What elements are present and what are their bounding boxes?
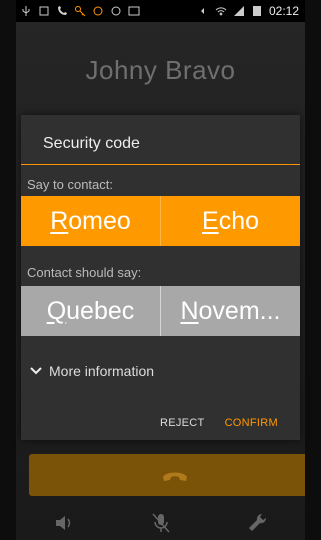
call-controls [16, 506, 305, 540]
key-icon [75, 6, 86, 17]
hangup-button[interactable] [29, 454, 305, 496]
usb-icon [22, 6, 30, 16]
dialog-title: Security code [43, 135, 140, 152]
phone-icon [58, 6, 67, 15]
security-code-dialog: Security code Say to contact: Romeo Echo… [21, 115, 300, 440]
caller-name: Johny Bravo [85, 55, 236, 85]
speaker-icon[interactable] [54, 514, 76, 532]
hear-word-1: Quebec [46, 296, 135, 325]
more-information-label: More information [49, 363, 155, 379]
notification-icons [16, 5, 140, 17]
hear-word-2: Novem... [180, 296, 281, 325]
say-to-contact-label: Say to contact: [27, 177, 113, 192]
contact-should-say-label: Contact should say: [27, 265, 142, 280]
phone-hangup-icon [162, 472, 187, 481]
sync-icon [111, 6, 121, 16]
battery-icon [252, 6, 261, 16]
mute-icon [197, 8, 204, 14]
say-words-row: Romeo Echo [21, 196, 300, 246]
confirm-button[interactable]: CONFIRM [225, 417, 278, 429]
chevron-down-icon [30, 367, 42, 375]
dialog-header: Security code [21, 115, 300, 165]
reject-button[interactable]: REJECT [160, 417, 205, 429]
status-right: 02:12 [197, 4, 305, 18]
wifi-icon [215, 7, 227, 16]
mic-muted-icon[interactable] [151, 512, 171, 534]
say-word-1: Romeo [50, 206, 131, 235]
wrench-icon[interactable] [246, 512, 268, 534]
say-word-2: Echo [202, 206, 259, 235]
signal-icon [233, 6, 244, 16]
dialog-actions: REJECT CONFIRM [160, 417, 300, 429]
download-icon [39, 6, 49, 16]
image-icon [128, 6, 140, 16]
hear-words-row: Quebec Novem... [21, 286, 300, 336]
voicemail-icon [93, 6, 103, 16]
status-bar: 02:12 [16, 0, 305, 22]
more-information-toggle[interactable]: More information [29, 363, 154, 379]
clock: 02:12 [268, 4, 299, 18]
